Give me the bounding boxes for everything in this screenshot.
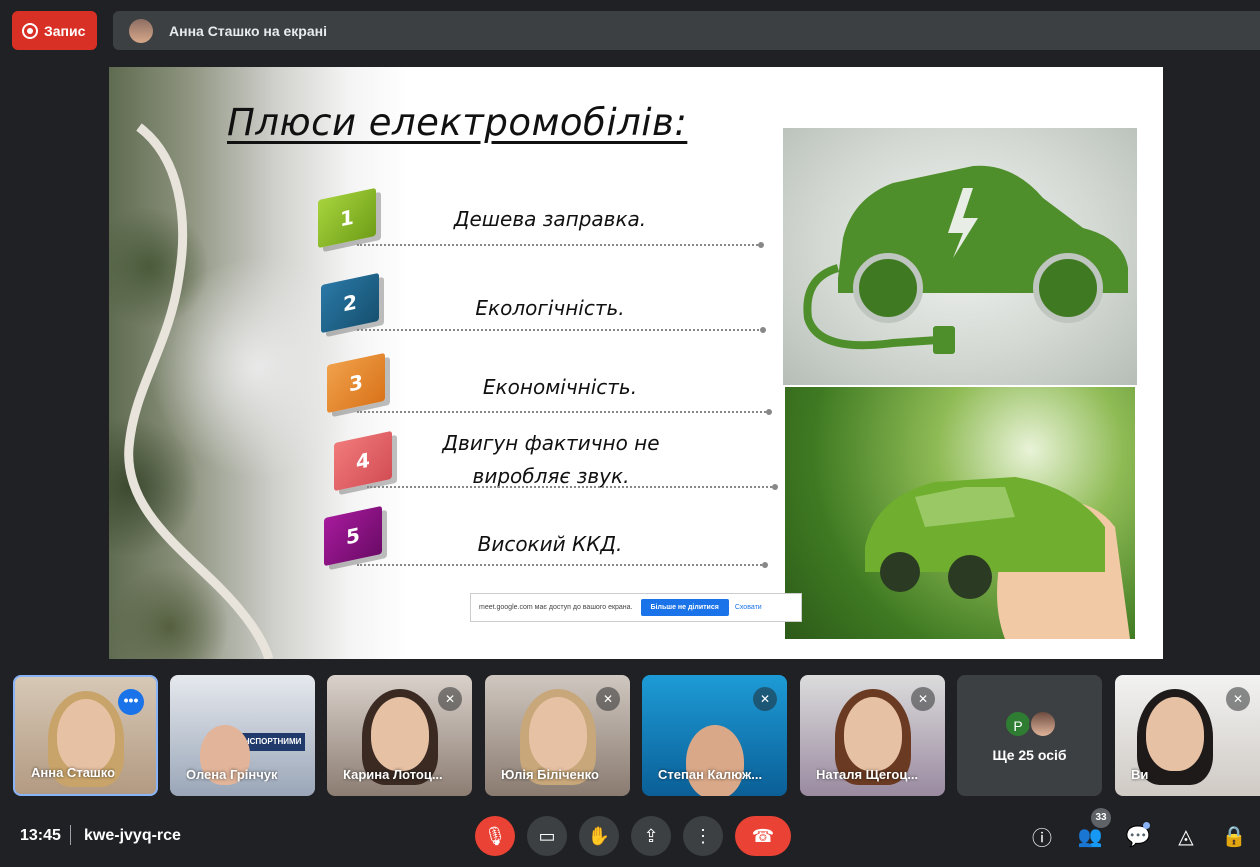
- participant-name: Степан Калюж...: [658, 767, 763, 782]
- end-call-icon: ☎: [751, 825, 775, 846]
- mic-off-icon: ✕: [596, 687, 620, 711]
- record-icon: [22, 22, 38, 39]
- mic-off-icon: ✕: [1226, 687, 1250, 711]
- end-call-button[interactable]: ☎: [735, 816, 791, 856]
- more-participants-tile[interactable]: Р Ще 25 осіб: [957, 675, 1102, 796]
- more-icon: ⋮: [694, 825, 712, 846]
- presentation-slide: Плюси електромобілів: 1 Дешева заправка.…: [109, 67, 1163, 659]
- info-icon: ⓘ: [1032, 827, 1052, 850]
- activities-button[interactable]: ◬: [1170, 820, 1202, 852]
- participant-name: Юлія Біліченко: [501, 767, 599, 782]
- chat-unread-dot: [1143, 822, 1150, 829]
- point-underline: [357, 409, 772, 415]
- self-tile[interactable]: ✕ Ви: [1115, 675, 1260, 796]
- record-badge[interactable]: Запис: [12, 11, 97, 50]
- participant-name: Наталя Щегоц...: [816, 767, 919, 782]
- point-number: 1: [340, 204, 354, 232]
- participant-avatar: [1029, 710, 1057, 738]
- participant-tile[interactable]: ✕ Юлія Біліченко: [485, 675, 630, 796]
- participant-tile[interactable]: ТРАНСПОРТНИМИ Олена Грінчук: [170, 675, 315, 796]
- point-text: Високий ККД.: [477, 532, 623, 556]
- share-notice-text: meet.google.com має доступ до вашого екр…: [479, 604, 633, 611]
- point-number: 3: [349, 369, 363, 397]
- slide-title: Плюси електромобілів:: [227, 101, 688, 144]
- point-underline: [357, 242, 764, 248]
- participant-name: Ви: [1131, 767, 1149, 782]
- more-participants-label: Ще 25 осіб: [992, 747, 1067, 763]
- mic-toggle-button[interactable]: 🎙: [475, 816, 515, 856]
- mic-off-icon: ✕: [438, 687, 462, 711]
- participant-tile[interactable]: ✕ Наталя Щегоц...: [800, 675, 945, 796]
- present-button[interactable]: ⇪: [631, 816, 671, 856]
- presenter-avatar: [129, 18, 153, 43]
- record-label: Запис: [44, 22, 86, 39]
- participant-tile[interactable]: ••• Анна Сташко: [13, 675, 158, 796]
- participant-name: Карина Лотоц...: [343, 767, 443, 782]
- more-options-icon[interactable]: •••: [118, 689, 144, 715]
- green-car-in-hand-image: [785, 387, 1135, 639]
- meeting-code: kwe-jvyq-rce: [84, 827, 181, 844]
- camera-toggle-button[interactable]: ▭: [527, 816, 567, 856]
- screen-share-notice: meet.google.com має доступ до вашого екр…: [470, 593, 802, 622]
- mic-off-icon: ✕: [911, 687, 935, 711]
- point-text: Дешева заправка.: [453, 207, 647, 231]
- host-controls-button[interactable]: 🔒: [1218, 820, 1250, 852]
- people-count-badge: 33: [1091, 808, 1111, 828]
- point-text: Екологічність.: [475, 296, 625, 320]
- more-options-button[interactable]: ⋮: [683, 816, 723, 856]
- activities-icon: ◬: [1178, 825, 1194, 848]
- point-number: 5: [346, 522, 360, 550]
- point-text: Двигун фактично не виробляє звук.: [442, 431, 660, 488]
- participant-name: Анна Сташко: [31, 765, 116, 780]
- participant-initial-avatar: Р: [1004, 710, 1032, 738]
- point-underline: [357, 327, 766, 333]
- point-underline: [357, 562, 768, 568]
- participant-tile[interactable]: ✕ Карина Лотоц...: [327, 675, 472, 796]
- hide-notice-button[interactable]: Сховати: [735, 604, 762, 611]
- host-controls-icon: 🔒: [1221, 825, 1247, 848]
- clock: 13:45: [20, 827, 61, 844]
- point-text: Економічність.: [482, 375, 638, 399]
- point-underline: [367, 484, 778, 490]
- present-icon: ⇪: [643, 825, 659, 846]
- presenter-bar: Анна Сташко на екрані: [113, 11, 1260, 50]
- mic-off-icon: ✕: [753, 687, 777, 711]
- participant-name: Олена Грінчук: [186, 767, 278, 782]
- footer-divider: [70, 825, 71, 845]
- presenter-label: Анна Сташко на екрані: [169, 22, 327, 39]
- mic-off-icon: 🎙: [483, 825, 507, 846]
- point-number: 4: [356, 447, 370, 475]
- raise-hand-button[interactable]: ✋: [579, 816, 619, 856]
- raise-hand-icon: ✋: [587, 825, 611, 846]
- green-car-plug-image: [783, 128, 1137, 385]
- camera-icon: ▭: [538, 825, 556, 846]
- meeting-details-button[interactable]: ⓘ: [1026, 820, 1058, 852]
- stop-sharing-button[interactable]: Більше не ділитися: [640, 599, 729, 616]
- point-number: 2: [343, 289, 357, 317]
- participant-tile[interactable]: ✕ Степан Калюж...: [642, 675, 787, 796]
